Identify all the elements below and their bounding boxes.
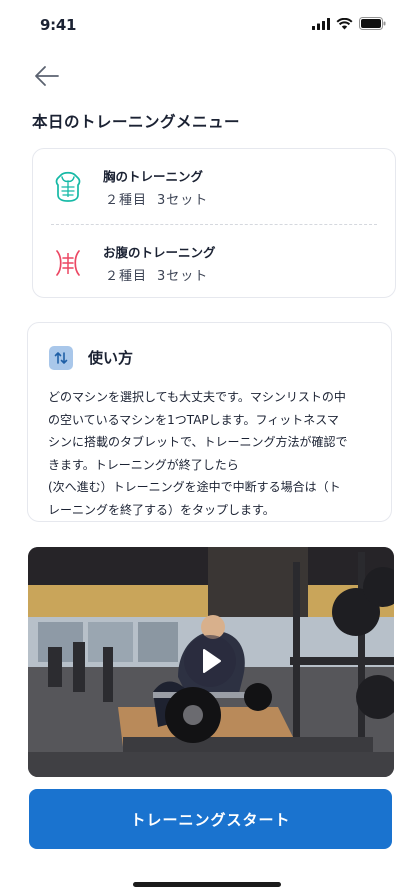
how-to-line: きます。トレーニングが終了したら: [48, 457, 239, 472]
signal-icon: [312, 17, 330, 30]
training-menu-card: 胸のトレーニング ２種目 3セット お腹のトレーニング ２種目 3セット: [32, 148, 396, 298]
play-icon: [203, 649, 221, 673]
menu-item-name: お腹のトレーニング: [103, 245, 216, 260]
how-to-card: 使い方 どのマシンを選択しても大丈夫です。マシンリストの中 の空いているマシンを…: [27, 322, 392, 522]
status-icons: [312, 17, 386, 30]
how-to-line: レーニングを終了する）をタップします。: [48, 502, 275, 517]
menu-item-sets: 3セット: [157, 269, 209, 284]
page-title: 本日のトレーニングメニュー: [32, 113, 241, 131]
status-time: 9:41: [40, 16, 77, 34]
battery-icon: [359, 17, 386, 30]
menu-item-sets: 3セット: [157, 193, 209, 208]
how-to-text: どのマシンを選択しても大丈夫です。マシンリストの中 の空いているマシンを1つTA…: [48, 386, 378, 521]
how-to-line: (次へ進む）トレーニングを途中で中断する場合は（ト: [48, 480, 341, 494]
how-to-line: シンに搭載のタブレットで、トレーニング方法が確認で: [48, 435, 348, 449]
swap-arrows-icon: [49, 346, 73, 370]
how-to-line: どのマシンを選択しても大丈夫です。マシンリストの中: [48, 390, 346, 404]
play-button[interactable]: [184, 635, 236, 687]
start-training-button[interactable]: トレーニングスタート: [29, 789, 392, 849]
menu-item-name: 胸のトレーニング: [103, 169, 204, 184]
back-button[interactable]: [30, 62, 66, 90]
home-indicator: [133, 882, 281, 887]
status-bar: 9:41: [0, 0, 414, 50]
menu-item-chest[interactable]: 胸のトレーニング ２種目 3セット: [33, 149, 395, 223]
chest-icon: [55, 171, 81, 202]
menu-item-types: ２種目: [105, 269, 148, 284]
how-to-line: の空いているマシンを1つTAPします。フィットネスマ: [48, 412, 339, 427]
arrow-left-icon: [35, 66, 59, 86]
how-to-heading: 使い方: [88, 349, 134, 367]
menu-item-abs[interactable]: お腹のトレーニング ２種目 3セット: [33, 225, 395, 299]
wifi-icon: [336, 17, 353, 29]
menu-item-types: ２種目: [105, 193, 148, 208]
menu-item-meta: ２種目 3セット: [105, 189, 208, 208]
menu-item-meta: ２種目 3セット: [105, 265, 208, 284]
training-video[interactable]: [28, 547, 394, 777]
abs-icon: [56, 250, 80, 276]
